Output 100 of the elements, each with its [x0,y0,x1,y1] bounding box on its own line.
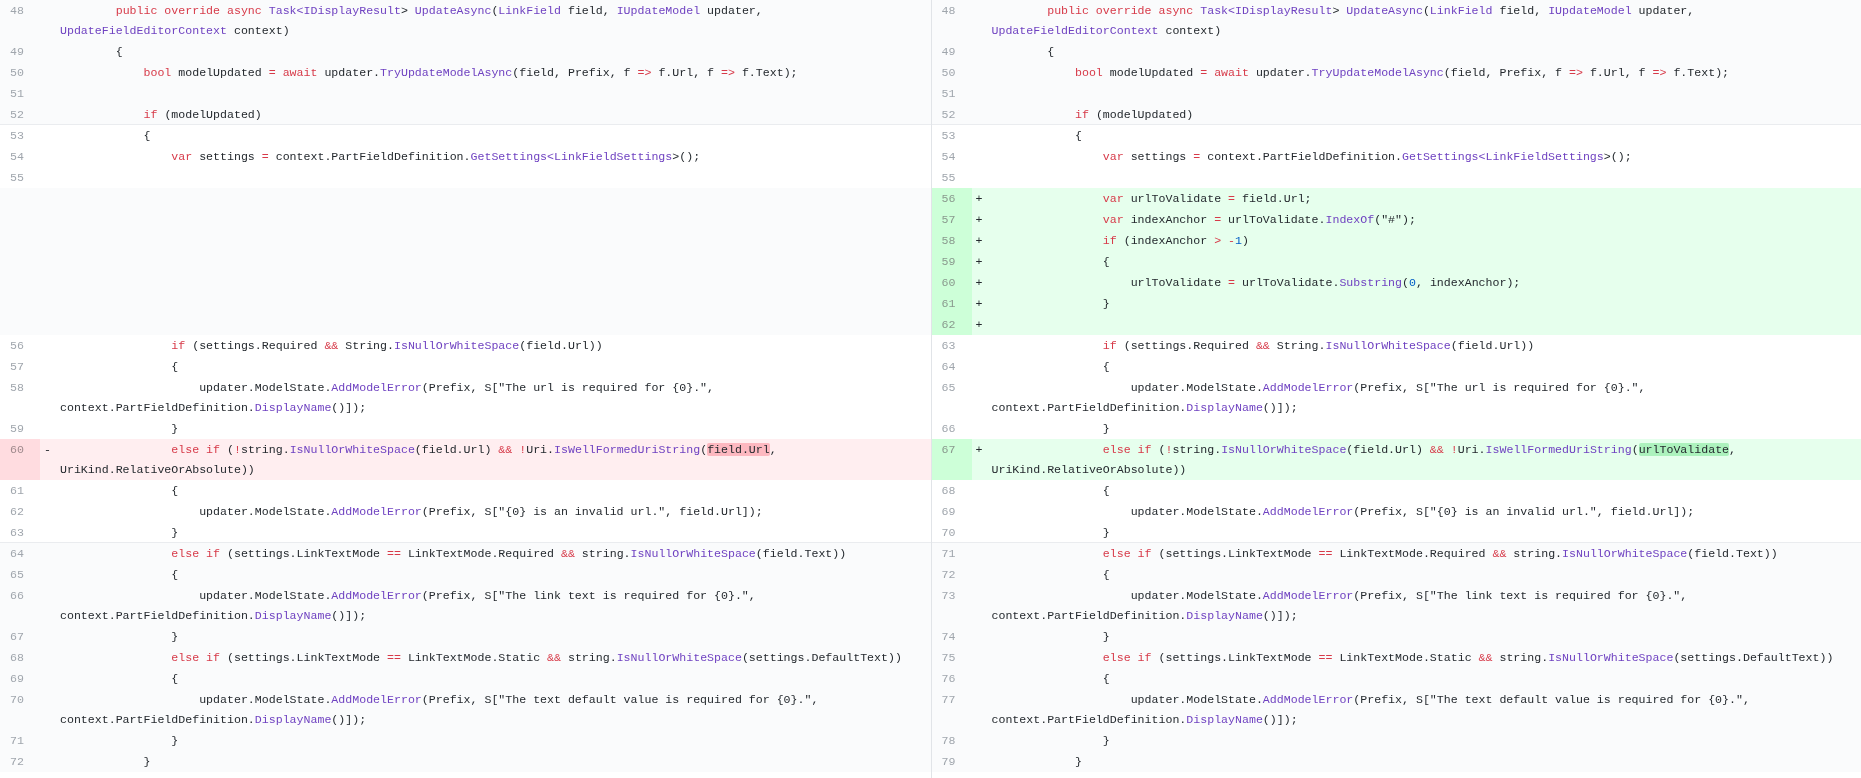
line-number: 65 [941,380,956,394]
code-line: } [1101,732,1111,749]
code-line: } [1101,524,1111,541]
code-line: else if (!string.IsNullOrWhiteSpace(field.Url) && !Uri.IsWellFormedUriString(urlToValidate, UriKind.RelativeOrAbsolute)) [991,441,1738,478]
code-line: public override async Task<IDisplayResult> UpdateAsync(LinkField field, IUpdateModel updater, UpdateFieldEditorContext context) [991,2,1696,39]
line-number: 48 [10,3,24,17]
code-line: { [1101,482,1111,499]
line-number: 51 [941,86,956,100]
code-line: } [1101,628,1111,645]
code-line: updater.ModelState.AddModelError(Prefix, S["The url is required for {0}.", context.PartFieldDefinition.DisplayName()]); [991,379,1647,416]
line-number: 65 [10,567,24,581]
code-line: updater.ModelState.AddModelError(Prefix, S["The url is required for {0}.", context.PartFieldDefinition.DisplayName()]); [60,379,716,416]
code-line: { [114,43,124,60]
line-number: 48 [941,3,956,17]
line-number: 57 [941,212,956,226]
line-number: 69 [10,671,24,685]
code-line: } [1074,753,1083,770]
code-line: else if (settings.LinkTextMode == LinkTextMode.Static && string.IsNullOrWhiteSpace(settings.DefaultText)) [170,649,903,666]
code-line: urlToValidate = urlToValidate.Substring(0, indexAnchor); [1129,274,1522,291]
code-line: { [1101,670,1111,687]
line-number: 78 [941,733,956,747]
line-number: 70 [10,692,24,706]
code-line: { [1101,566,1111,583]
code-line: } [1101,295,1111,312]
line-number: 63 [10,525,24,539]
line-number: 67 [941,442,956,456]
line-number: 72 [941,567,956,581]
code-line: { [1046,43,1056,60]
code-line: updater.ModelState.AddModelError(Prefix, S["The text default value is required for {0}.", context.PartFieldDefinition.DisplayName()]); [991,691,1751,728]
code-line: bool modelUpdated = await updater.TryUpdateModelAsync(field, Prefix, f => f.Url, f => f.Text); [1074,64,1731,81]
line-number: 51 [10,86,24,100]
code-line: if (modelUpdated) [142,106,263,123]
line-number: 52 [941,107,956,121]
code-line: else if (!string.IsNullOrWhiteSpace(field.Url) && !Uri.IsWellFormedUriString(field.Url, UriKind.RelativeOrAbsolute)) [60,441,778,478]
line-number: 61 [10,483,24,497]
code-line: else if (settings.LinkTextMode == LinkTextMode.Static && string.IsNullOrWhiteSpace(settings.DefaultText)) [1101,649,1835,666]
line-number: 67 [10,629,24,643]
code-line: var indexAnchor = urlToValidate.IndexOf("#"); [1101,211,1417,228]
code-line: if (settings.Required && String.IsNullOrWhiteSpace(field.Url)) [1101,337,1536,354]
code-line: if (indexAnchor > -1) [1101,232,1250,249]
line-number: 56 [10,338,24,352]
line-number: 73 [941,588,956,602]
code-line: else if (settings.LinkTextMode == LinkTextMode.Required && string.IsNullOrWhiteSpace(field.Text)) [1101,545,1779,562]
line-number: 77 [941,692,956,706]
line-number: 75 [941,650,956,664]
line-number: 59 [941,254,956,268]
code-line: { [1074,127,1083,144]
line-number: 68 [941,483,956,497]
line-number: 64 [941,359,956,373]
diff-marker: + [975,254,983,268]
code-line: updater.ModelState.AddModelError(Prefix, S["The text default value is required for {0}.", context.PartFieldDefinition.DisplayName()]); [60,691,820,728]
code-line: updater.ModelState.AddModelError(Prefix, S["{0} is an invalid url.", field.Url]); [198,503,764,520]
code-line: var urlToValidate = field.Url; [1101,190,1313,207]
diff-marker: + [975,317,983,331]
code-line: var settings = context.PartFieldDefinition.GetSettings<LinkFieldSettings>(); [170,148,702,165]
code-line: { [1101,358,1111,375]
code-line: updater.ModelState.AddModelError(Prefix, S["The link text is required for {0}.", context.PartFieldDefinition.DisplayName()]); [60,587,757,624]
diff-marker: + [975,191,983,205]
line-number: 57 [10,359,24,373]
line-number: 50 [10,65,24,79]
line-number: 59 [10,421,24,435]
line-number: 61 [941,296,956,310]
diff-marker: + [975,212,983,226]
line-number: 58 [10,380,24,394]
line-number: 58 [941,233,956,247]
diff-marker: + [975,442,983,456]
code-line: { [142,127,152,144]
line-number: 54 [941,149,956,163]
code-line: } [1101,420,1111,437]
code-line: { [170,482,180,499]
code-line: } [142,753,152,770]
code-line: if (modelUpdated) [1074,106,1195,123]
line-number: 71 [941,546,956,560]
code-line: else if (settings.LinkTextMode == LinkTextMode.Required && string.IsNullOrWhiteSpace(field.Text)) [170,545,848,562]
code-line: bool modelUpdated = await updater.TryUpdateModelAsync(field, Prefix, f => f.Url, f => f.Text); [142,64,799,81]
code-line: updater.ModelState.AddModelError(Prefix, S["{0} is an invalid url.", field.Url]); [1129,503,1696,520]
line-number: 60 [941,275,956,289]
code-line: { [1101,253,1111,270]
line-number: 79 [941,754,956,768]
code-line: updater.ModelState.AddModelError(Prefix, S["The link text is required for {0}.", context.PartFieldDefinition.DisplayName()]); [991,587,1689,624]
line-number: 69 [941,504,956,518]
code-line: } [170,732,180,749]
code-line: } [170,628,180,645]
line-number: 56 [941,191,956,205]
code-line: { [170,566,180,583]
line-number: 49 [10,44,24,58]
line-number: 72 [10,754,24,768]
code-line: } [170,524,180,541]
line-number: 54 [10,149,24,163]
code-line: public override async Task<IDisplayResult> UpdateAsync(LinkField field, IUpdateModel updater, UpdateFieldEditorContext context) [60,2,764,39]
code-line: var settings = context.PartFieldDefinition.GetSettings<LinkFieldSettings>(); [1101,148,1633,165]
code-line: { [170,358,180,375]
line-number: 52 [10,107,24,121]
line-number: 50 [941,65,956,79]
line-number: 55 [941,170,956,184]
line-number: 64 [10,546,24,560]
code-line: } [170,420,180,437]
line-number: 62 [941,317,956,331]
line-number: 66 [941,421,956,435]
line-number: 68 [10,650,24,664]
